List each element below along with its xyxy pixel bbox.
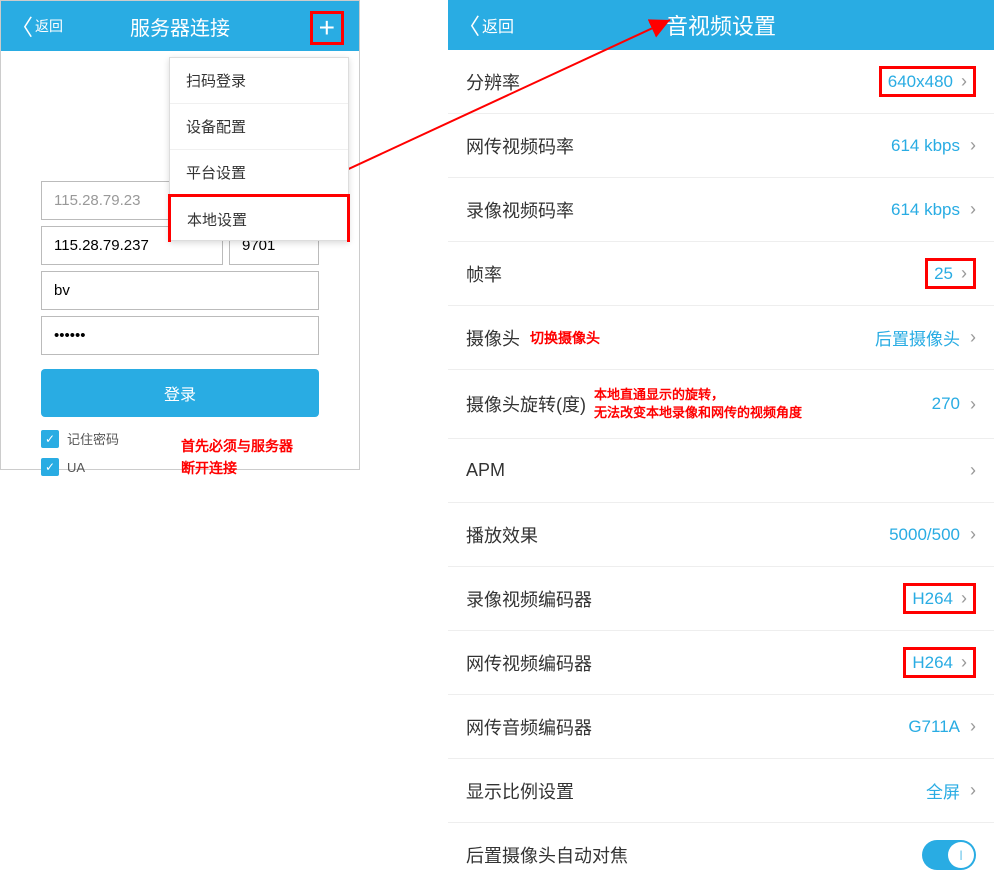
chevron-right-icon: ›: [970, 327, 976, 348]
menu-scan-login[interactable]: 扫码登录: [170, 58, 348, 104]
row-rotation[interactable]: 摄像头旋转(度) 本地直通显示的旋转， 无法改变本地录像和网传的视频角度 270…: [448, 370, 994, 439]
row-framerate[interactable]: 帧率 25 ›: [448, 242, 994, 306]
chevron-right-icon: ›: [970, 716, 976, 737]
chevron-right-icon: ›: [970, 199, 976, 220]
server-connection-screen: 〈 返回 服务器连接 + 扫码登录 设备配置 平台设置 本地设置 登录 ✓ 记住…: [0, 0, 360, 470]
plus-dropdown-menu: 扫码登录 设备配置 平台设置 本地设置: [169, 57, 349, 241]
right-back-label: 返回: [482, 13, 514, 37]
red-annotation-1: 首先必须与服务器: [181, 436, 293, 456]
rec-bitrate-value: 614 kbps: [891, 200, 960, 220]
menu-local-settings[interactable]: 本地设置: [168, 194, 350, 242]
chevron-right-icon: ›: [961, 263, 967, 284]
aspect-label: 显示比例设置: [466, 778, 574, 804]
av-settings-screen: 〈 返回 音视频设置 分辨率 640x480 › 网传视频码率 614 kbps…: [448, 0, 994, 866]
left-title: 服务器连接: [130, 12, 230, 41]
playback-value: 5000/500: [889, 525, 960, 545]
remember-checkbox-icon[interactable]: ✓: [41, 430, 59, 448]
right-back-button[interactable]: 〈 返回: [458, 9, 514, 41]
chevron-right-icon: ›: [970, 780, 976, 801]
chevron-right-icon: ›: [970, 135, 976, 156]
camera-annotation: 切换摄像头: [530, 328, 600, 348]
menu-device-config[interactable]: 设备配置: [170, 104, 348, 150]
row-net-bitrate[interactable]: 网传视频码率 614 kbps ›: [448, 114, 994, 178]
ua-checkbox-icon[interactable]: ✓: [41, 458, 59, 476]
framerate-label: 帧率: [466, 261, 502, 287]
row-aspect[interactable]: 显示比例设置 全屏 ›: [448, 759, 994, 823]
chevron-right-icon: ›: [970, 394, 976, 415]
back-label[interactable]: 返回: [35, 16, 63, 36]
row-resolution[interactable]: 分辨率 640x480 ›: [448, 50, 994, 114]
row-audio-encoder[interactable]: 网传音频编码器 G711A ›: [448, 695, 994, 759]
net-encoder-value: H264: [912, 653, 953, 673]
settings-list: 分辨率 640x480 › 网传视频码率 614 kbps › 录像视频码率 6…: [448, 50, 994, 887]
username-field[interactable]: [41, 271, 319, 310]
login-button[interactable]: 登录: [41, 369, 319, 417]
camera-label: 摄像头: [466, 325, 520, 351]
red-annotation-2: 断开连接: [181, 458, 237, 478]
rotation-label: 摄像头旋转(度): [466, 391, 586, 417]
resolution-value: 640x480: [888, 72, 953, 92]
remember-label: 记住密码: [67, 429, 119, 448]
rec-encoder-value: H264: [912, 589, 953, 609]
add-button[interactable]: +: [310, 11, 344, 45]
toggle-knob-icon: |: [948, 842, 974, 868]
chevron-right-icon: ›: [970, 460, 976, 481]
camera-value: 后置摄像头: [875, 325, 960, 350]
chevron-right-icon: ›: [961, 652, 967, 673]
back-chevron-icon: 〈: [458, 9, 480, 41]
net-bitrate-label: 网传视频码率: [466, 133, 574, 159]
password-field[interactable]: [41, 316, 319, 355]
row-rec-encoder[interactable]: 录像视频编码器 H264 ›: [448, 567, 994, 631]
chevron-right-icon: ›: [961, 71, 967, 92]
playback-label: 播放效果: [466, 522, 538, 548]
row-camera[interactable]: 摄像头 切换摄像头 后置摄像头 ›: [448, 306, 994, 370]
chevron-right-icon: ›: [970, 524, 976, 545]
rotation-value: 270: [932, 394, 960, 414]
back-chevron-icon[interactable]: 〈: [11, 10, 33, 42]
chevron-right-icon: ›: [961, 588, 967, 609]
apm-label: APM: [466, 460, 505, 481]
autofocus-label: 后置摄像头自动对焦: [466, 842, 628, 868]
row-playback[interactable]: 播放效果 5000/500 ›: [448, 503, 994, 567]
rotation-annotation: 本地直通显示的旋转， 无法改变本地录像和网传的视频角度: [594, 386, 802, 422]
rec-encoder-label: 录像视频编码器: [466, 586, 592, 612]
net-encoder-label: 网传视频编码器: [466, 650, 592, 676]
aspect-value: 全屏: [926, 778, 960, 803]
row-apm[interactable]: APM ›: [448, 439, 994, 503]
row-autofocus: 后置摄像头自动对焦 |: [448, 823, 994, 887]
row-net-encoder[interactable]: 网传视频编码器 H264 ›: [448, 631, 994, 695]
row-rec-bitrate[interactable]: 录像视频码率 614 kbps ›: [448, 178, 994, 242]
right-title: 音视频设置: [666, 9, 776, 41]
audio-encoder-label: 网传音频编码器: [466, 714, 592, 740]
rec-bitrate-label: 录像视频码率: [466, 197, 574, 223]
framerate-value: 25: [934, 264, 953, 284]
left-header: 〈 返回 服务器连接 +: [1, 1, 359, 51]
resolution-label: 分辨率: [466, 69, 520, 95]
ua-label: UA: [67, 460, 85, 475]
audio-encoder-value: G711A: [908, 717, 960, 737]
right-header: 〈 返回 音视频设置: [448, 0, 994, 50]
net-bitrate-value: 614 kbps: [891, 136, 960, 156]
menu-platform-settings[interactable]: 平台设置: [170, 150, 348, 196]
